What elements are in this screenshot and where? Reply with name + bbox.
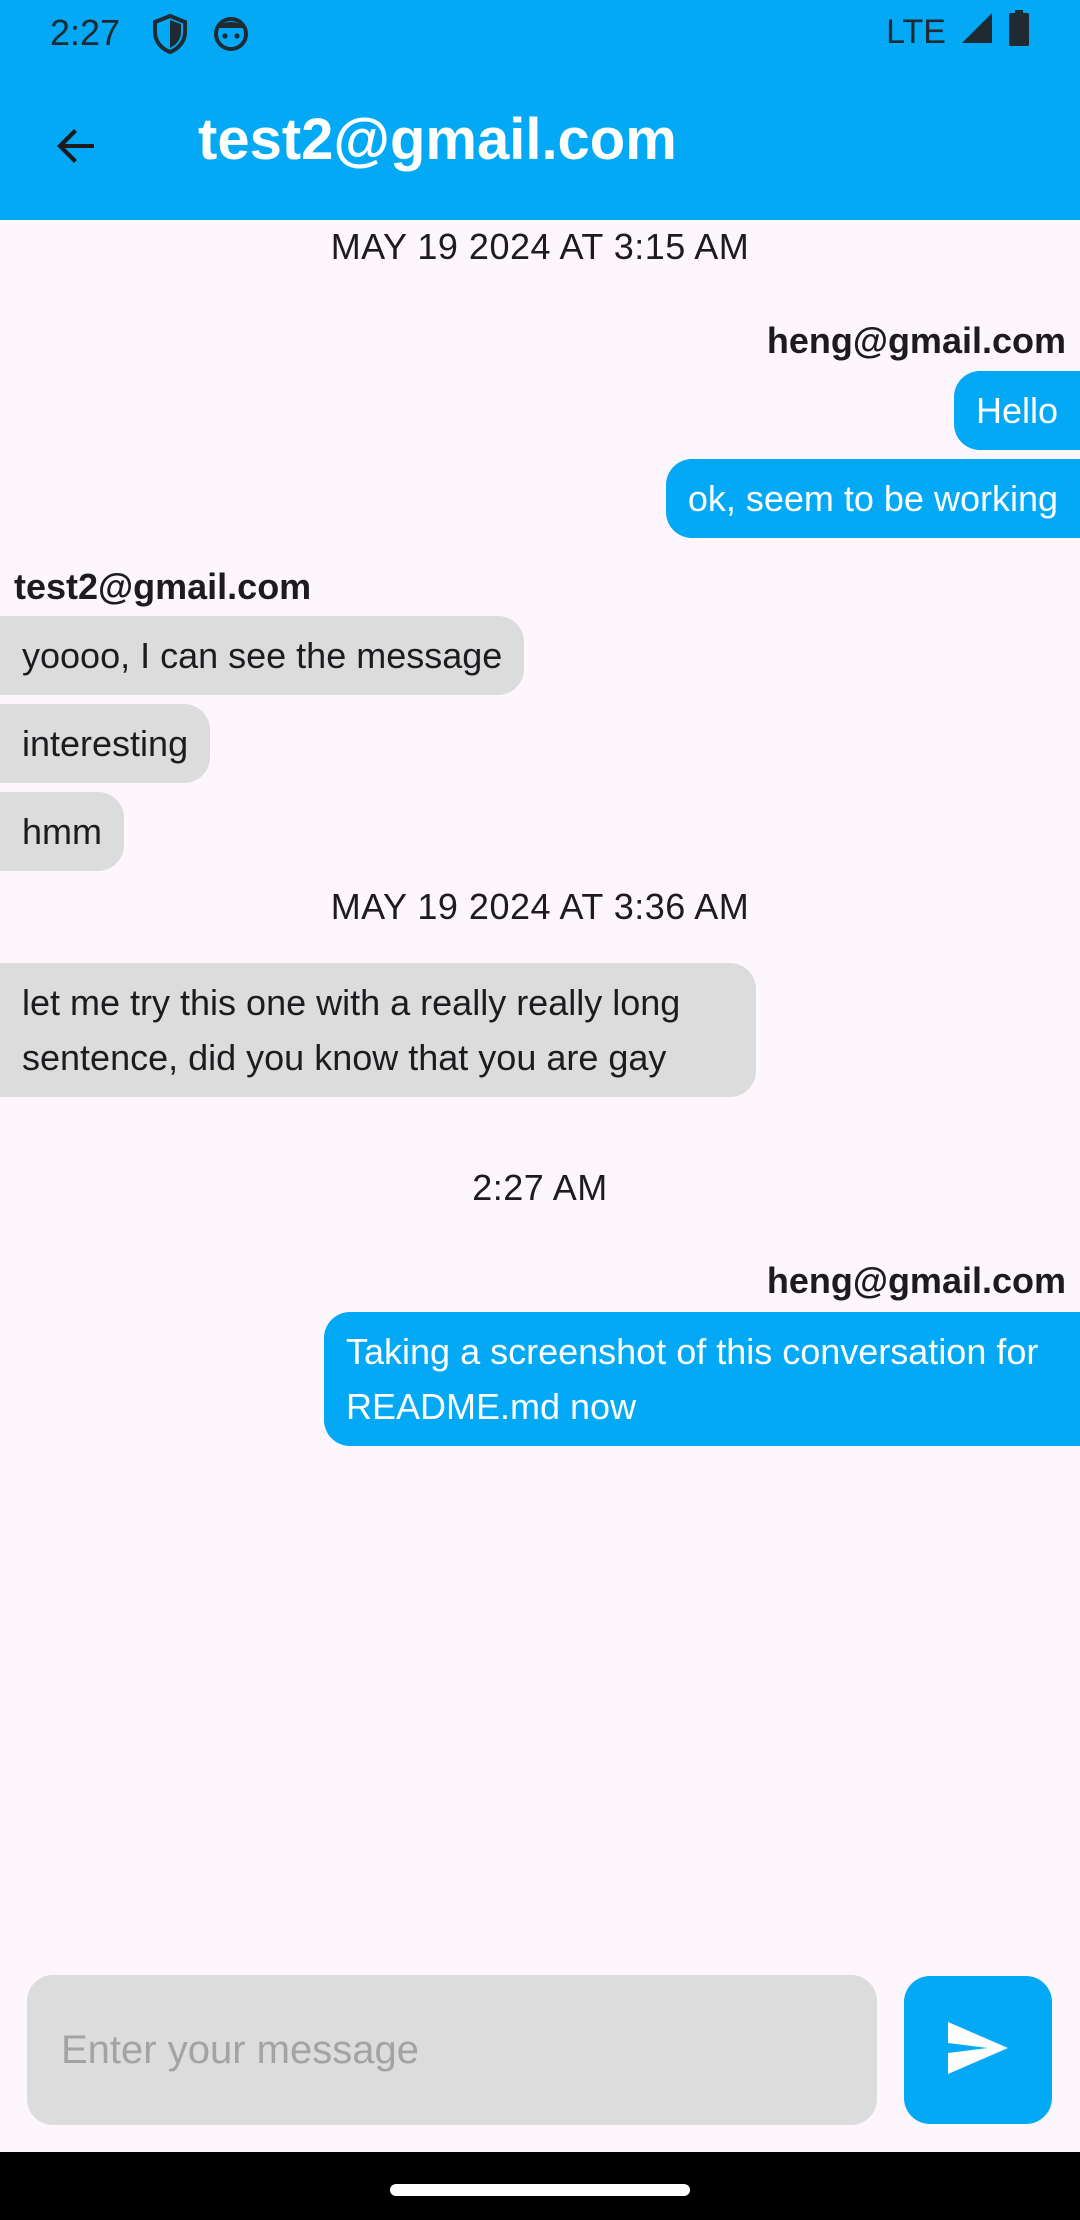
navigation-bar bbox=[0, 2152, 1080, 2220]
send-button[interactable] bbox=[904, 1976, 1052, 2124]
sender-name: test2@gmail.com bbox=[14, 566, 312, 607]
sender-name: heng@gmail.com bbox=[766, 1260, 1066, 1301]
face-icon bbox=[212, 14, 250, 61]
app-bar: test2@gmail.com bbox=[0, 66, 1080, 220]
back-button[interactable] bbox=[36, 108, 116, 188]
message-input[interactable] bbox=[27, 1975, 877, 2125]
send-icon bbox=[946, 2020, 1010, 2081]
shield-icon bbox=[152, 13, 188, 63]
page-title: test2@gmail.com bbox=[198, 107, 677, 172]
signal-icon bbox=[960, 11, 994, 54]
composer bbox=[0, 1948, 1080, 2152]
timestamp: MAY 19 2024 AT 3:15 AM bbox=[330, 226, 750, 267]
battery-icon bbox=[1008, 10, 1030, 55]
timestamp: MAY 19 2024 AT 3:36 AM bbox=[330, 886, 750, 927]
status-right-group: LTE bbox=[886, 10, 1030, 55]
message-bubble-outgoing[interactable]: Taking a screenshot of this conversation… bbox=[324, 1312, 1080, 1446]
network-type: LTE bbox=[886, 13, 946, 51]
sender-name: heng@gmail.com bbox=[766, 320, 1066, 361]
status-time: 2:27 bbox=[50, 12, 121, 53]
message-bubble-outgoing[interactable]: Hello bbox=[953, 371, 1080, 450]
message-bubble-outgoing[interactable]: ok, seem to be working bbox=[665, 459, 1080, 538]
home-gesture-handle[interactable] bbox=[390, 2184, 690, 2196]
message-list[interactable]: MAY 19 2024 AT 3:15 AM heng@gmail.com He… bbox=[0, 220, 1080, 1948]
header: 2:27 LTE test2@gmail.com bbox=[0, 0, 1080, 220]
message-bubble-incoming[interactable]: interesting bbox=[0, 704, 211, 783]
message-bubble-incoming[interactable]: yoooo, I can see the message bbox=[0, 616, 525, 695]
message-bubble-incoming[interactable]: hmm bbox=[0, 792, 124, 871]
arrow-back-icon bbox=[52, 122, 100, 175]
message-bubble-incoming[interactable]: let me try this one with a really really… bbox=[0, 963, 756, 1097]
status-bar: 2:27 LTE bbox=[0, 0, 1080, 66]
timestamp: 2:27 AM bbox=[472, 1167, 608, 1208]
